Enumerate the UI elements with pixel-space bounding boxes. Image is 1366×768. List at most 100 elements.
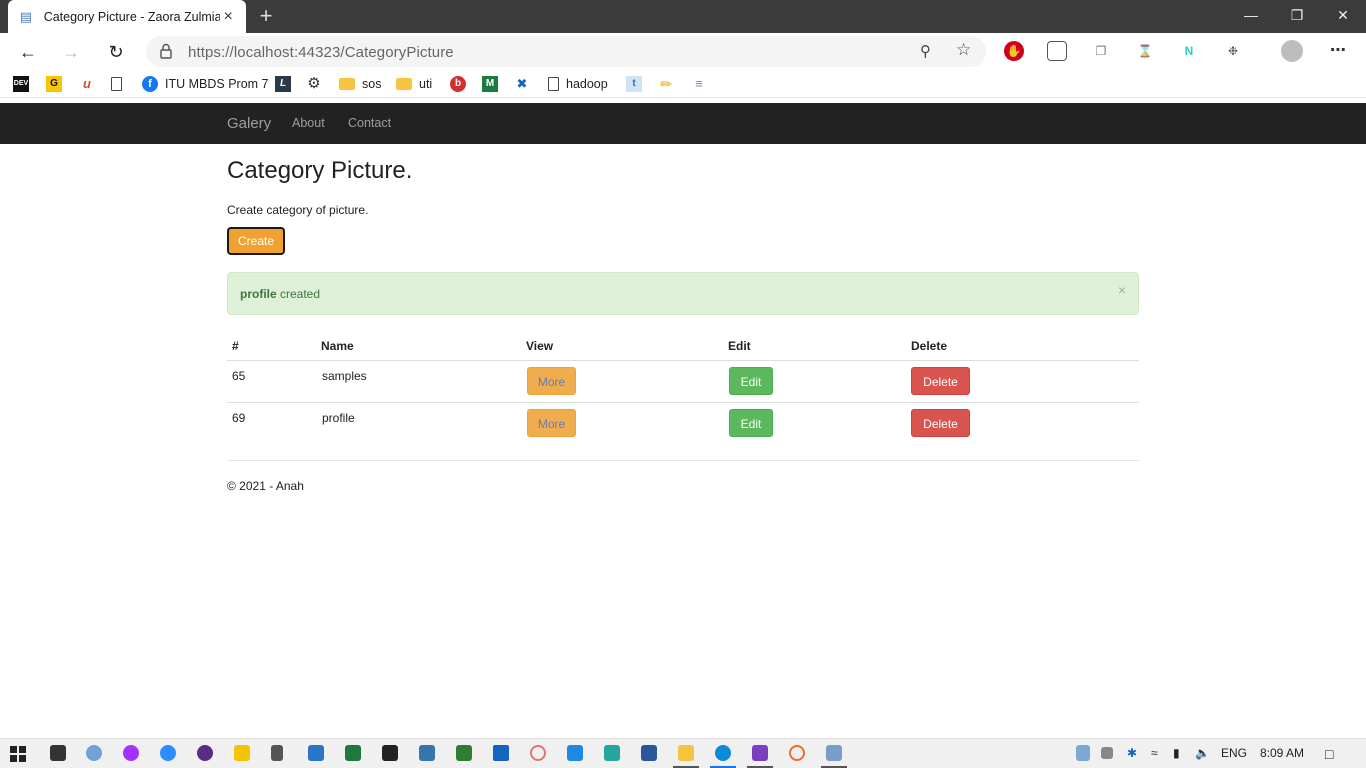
taskbar-vscode-icon[interactable] [567,745,583,761]
table-header-edit: Edit [728,339,751,353]
bookmark-b[interactable]: b [450,75,473,93]
bookmark-pencil[interactable]: ✏ [658,75,681,93]
folder-icon [396,78,412,90]
nav-link-about[interactable]: About [292,116,325,130]
navbar-brand[interactable]: Galery [227,115,271,132]
success-alert: profile created × [227,272,1139,315]
bug-extension-icon[interactable]: ❉ [1223,41,1243,61]
battery-icon[interactable]: ▮ [1173,746,1180,760]
language-indicator[interactable]: ENG [1221,746,1247,760]
delete-button[interactable]: Delete [911,367,970,395]
taskbar-media-icon[interactable] [234,745,250,761]
taskbar-python-icon[interactable] [419,745,435,761]
page-icon [111,77,122,91]
bookmark-hadoop[interactable]: hadoop [548,75,608,93]
taskbar-postman-icon[interactable] [789,745,805,761]
browser-tab-active[interactable]: ▤ Category Picture - Zaora Zulmiar × [8,0,246,33]
bookmark-label: hadoop [566,77,608,91]
doc-icon: ≡ [695,76,703,91]
edit-button[interactable]: Edit [729,409,773,437]
table-header-divider [227,360,1139,361]
edit-button[interactable]: Edit [729,367,773,395]
taskbar-terminal-icon[interactable] [382,745,398,761]
refresh-icon[interactable]: ↻ [102,39,130,65]
back-arrow-icon[interactable]: ← [14,39,42,65]
taskbar-calculator-icon[interactable] [271,745,283,761]
tab-close-icon[interactable]: × [220,8,236,26]
taskbar-paint-icon[interactable] [86,745,102,761]
taskbar-network-icon[interactable] [604,745,620,761]
bookmark-doc[interactable]: ≡ [691,75,714,93]
taskbar-edge-icon[interactable] [715,745,731,761]
bookmark-m[interactable]: M [482,75,505,93]
adblock-extension-icon[interactable]: ✋ [1004,41,1024,61]
tray-device-icon[interactable] [1101,747,1113,759]
bookmark-g[interactable]: G [46,75,69,93]
table-header-view: View [526,339,554,353]
taskbar-visualstudio-icon[interactable] [752,745,768,761]
taskbar-word-icon[interactable] [641,745,657,761]
new-tab-button[interactable]: + [254,3,278,29]
profile-avatar-icon[interactable] [1281,40,1303,62]
facebook-icon: f [142,76,158,92]
notifications-icon[interactable]: □ [1325,746,1333,762]
more-button[interactable]: More [527,367,576,395]
windows-start-icon[interactable] [10,746,26,762]
page-favicon-icon: ▤ [19,8,32,24]
more-button[interactable]: More [527,409,576,437]
bookmark-l[interactable]: L [275,75,298,93]
url-text[interactable]: https://localhost:44323/CategoryPicture [188,44,454,61]
dev-icon: DEV [13,76,29,92]
volume-icon[interactable]: 🔈 [1195,746,1210,760]
forward-arrow-icon[interactable]: → [57,39,85,65]
lock-icon[interactable] [159,43,173,59]
bluetooth-icon[interactable]: ✱ [1127,746,1137,760]
screenshot-extension-icon[interactable] [1047,41,1067,61]
bookmark-folder-uti[interactable]: uti [396,75,432,93]
taskbar-editor-icon[interactable] [345,745,361,761]
collections-extension-icon[interactable]: ❐ [1091,41,1111,61]
bookmark-page[interactable] [111,75,129,93]
table-header-delete: Delete [911,339,948,353]
create-button[interactable]: Create [227,227,285,255]
zoom-icon[interactable]: ⚲ [920,42,931,60]
restore-button[interactable]: ❐ [1274,0,1320,30]
folder-icon [339,78,355,90]
taskbar-explorer-icon[interactable] [678,745,694,761]
taskbar-messenger-icon[interactable] [123,745,139,761]
add-favorite-icon[interactable]: ☆ [956,40,971,60]
bookmark-folder-sos[interactable]: sos [339,75,381,93]
row-name: samples [322,369,367,383]
bookmark-itu-mbds[interactable]: f ITU MBDS Prom 7 [142,75,269,93]
taskbar-notes-icon[interactable] [50,745,66,761]
taskbar-powershell-icon[interactable] [308,745,324,761]
taskbar-app-icon[interactable] [197,745,213,761]
bookmark-t[interactable]: t [626,75,649,93]
bookmark-x[interactable]: ✖ [514,75,537,93]
delete-button[interactable]: Delete [911,409,970,437]
l-icon: L [275,76,291,92]
bookmark-u[interactable]: u [79,75,102,93]
bookmark-settings[interactable]: ⚙ [306,75,329,93]
x-icon: ✖ [516,76,528,91]
n-extension-icon[interactable]: N [1179,41,1199,61]
taskbar-tool-icon[interactable] [456,745,472,761]
tray-app-icon[interactable] [1076,745,1090,761]
taskbar-virtualbox-icon[interactable] [493,745,509,761]
hourglass-extension-icon[interactable]: ⌛ [1135,41,1155,61]
wifi-icon[interactable]: ≈ [1151,746,1158,760]
u-icon: u [83,76,91,91]
more-menu-icon[interactable]: ⋯ [1328,41,1348,61]
taskbar-snip-icon[interactable] [530,745,546,761]
taskbar-monitor-icon[interactable] [826,745,842,761]
clock-time[interactable]: 8:09 AM [1260,746,1304,760]
nav-link-contact[interactable]: Contact [348,116,391,130]
bookmark-dev[interactable]: DEV [13,75,36,93]
alert-message: profile created [240,287,320,301]
close-window-button[interactable]: ✕ [1320,0,1366,30]
settings-icon: ⚙ [307,75,321,92]
alert-close-icon[interactable]: × [1118,282,1126,298]
minimize-button[interactable]: — [1228,0,1274,30]
address-bar[interactable]: https://localhost:44323/CategoryPicture … [146,36,986,67]
taskbar-zoom-icon[interactable] [160,745,176,761]
